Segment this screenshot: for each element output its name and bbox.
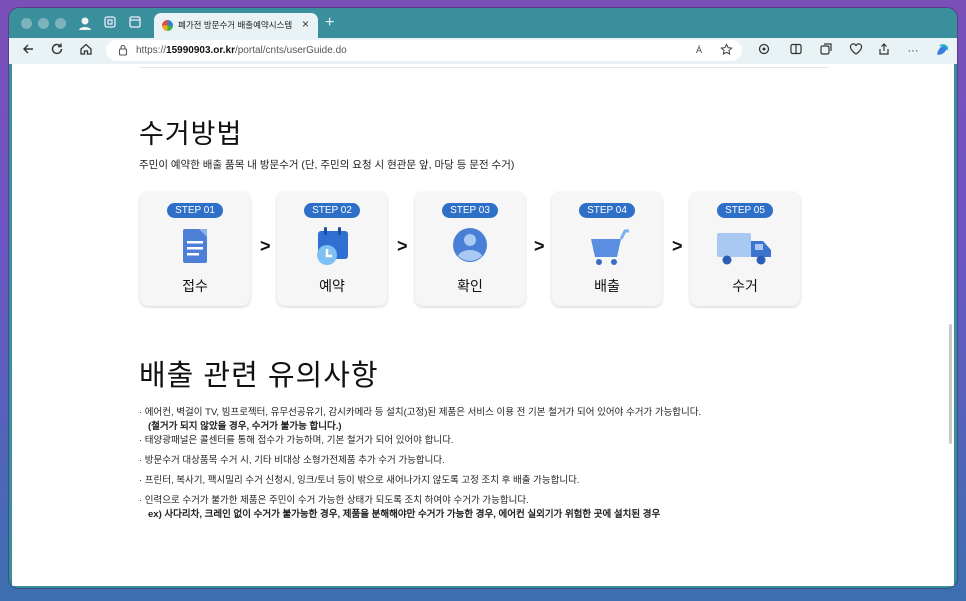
document-icon [175,225,215,269]
list-item: · 프린터, 복사기, 팩시밀리 수거 신청시, 잉크/토너 등이 밖으로 새어… [139,475,580,486]
person-icon [450,225,490,269]
step-label: 수거 [732,278,758,294]
more-options-icon[interactable]: ··· [904,42,922,60]
step-badge: STEP 05 [717,203,773,218]
refresh-icon[interactable] [48,42,66,60]
tab-title: 폐가전 방문수거 배출예약시스템 [178,20,293,30]
profile-avatar-icon[interactable] [77,15,93,31]
notes-list: · 에어컨, 벽걸이 TV, 빔프로젝터, 유무선공유기, 감시카메라 등 설치… [139,408,859,520]
step-label: 접수 [182,278,208,294]
page-title: 수거방법 [139,119,243,149]
url-host: 15990903.or.kr [166,45,235,56]
new-tab-button[interactable]: + [325,14,334,32]
browser-window: 폐가전 방문수거 배출예약시스템 × + https://15990903.or… [9,8,957,588]
calendar-clock-icon [312,225,352,269]
copilot-icon[interactable] [933,42,951,60]
read-aloud-icon[interactable]: Á [696,45,702,55]
step-label: 예약 [319,278,345,294]
lock-icon[interactable] [118,44,128,59]
performance-heart-icon[interactable] [847,42,865,60]
extension-icon[interactable] [755,42,773,60]
back-arrow-icon[interactable] [19,42,37,60]
step-arrow: > [397,236,408,256]
page-subtitle: 주민이 예약한 배출 품목 내 방문수거 (단, 주민의 요청 시 현관문 앞,… [139,159,515,171]
step-card-3: STEP 03 확인 [415,192,525,306]
tab-close-button[interactable]: × [302,17,309,31]
step-arrow: > [534,236,545,256]
step-badge: STEP 03 [442,203,498,218]
step-badge: STEP 01 [167,203,223,218]
address-bar[interactable]: https://15990903.or.kr/portal/cnts/userG… [106,40,742,61]
step-card-1: STEP 01 접수 [140,192,250,306]
page-content: 수거방법 주민이 예약한 배출 품목 내 방문수거 (단, 주민의 요청 시 현… [12,64,954,586]
split-screen-icon[interactable] [787,42,805,60]
list-item-emphasis: ex) 사다리차, 크레인 없이 수거가 불가능한 경우, 제품을 분해해야만 … [148,509,661,520]
step-arrow: > [672,236,683,256]
url-prefix: https:// [136,45,167,56]
list-item-emphasis: (철거가 되지 않았을 경우, 수거가 불가능 합니다.) [148,421,342,432]
step-arrow: > [260,236,271,256]
site-favicon-icon [162,20,173,31]
step-label: 배출 [594,278,620,294]
list-item: · 태양광패널은 콜센터를 통해 접수가 가능하며, 기본 철거가 되어 있어야… [139,435,454,446]
workspaces-icon[interactable] [102,15,118,31]
list-item: · 에어컨, 벽걸이 TV, 빔프로젝터, 유무선공유기, 감시카메라 등 설치… [139,407,702,418]
active-tab[interactable]: 폐가전 방문수거 배출예약시스템 × [154,13,318,38]
collections-icon[interactable] [817,42,835,60]
minimize-window-button[interactable] [38,18,49,29]
truck-icon [715,225,775,269]
tab-actions-icon[interactable] [127,15,143,31]
step-label: 확인 [457,278,483,294]
maximize-window-button[interactable] [55,18,66,29]
close-window-button[interactable] [21,18,32,29]
scrollbar-thumb[interactable] [949,324,952,444]
step-badge: STEP 04 [579,203,635,218]
url-text[interactable]: https://15990903.or.kr/portal/cnts/userG… [136,45,347,56]
vertical-scrollbar[interactable] [946,64,954,586]
home-icon[interactable] [77,42,95,60]
list-item: · 인력으로 수거가 불가한 제품은 주민이 수거 가능한 상태가 되도록 조치… [139,495,529,506]
divider [139,67,829,68]
url-path: /portal/cnts/userGuide.do [234,45,347,56]
favorite-star-icon[interactable] [720,43,733,59]
step-card-2: STEP 02 예약 [277,192,387,306]
step-badge: STEP 02 [304,203,360,218]
notes-title: 배출 관련 유의사항 [139,360,379,392]
cart-icon [587,225,629,269]
list-item: · 방문수거 대상품목 수거 시, 기타 비대상 소형가전제품 추가 수거 가능… [139,455,445,466]
step-card-5: STEP 05 수거 [690,192,800,306]
share-icon[interactable] [875,42,893,60]
tab-bar: 폐가전 방문수거 배출예약시스템 × + [9,8,957,38]
step-card-4: STEP 04 배출 [552,192,662,306]
navigation-bar: https://15990903.or.kr/portal/cnts/userG… [9,38,957,64]
